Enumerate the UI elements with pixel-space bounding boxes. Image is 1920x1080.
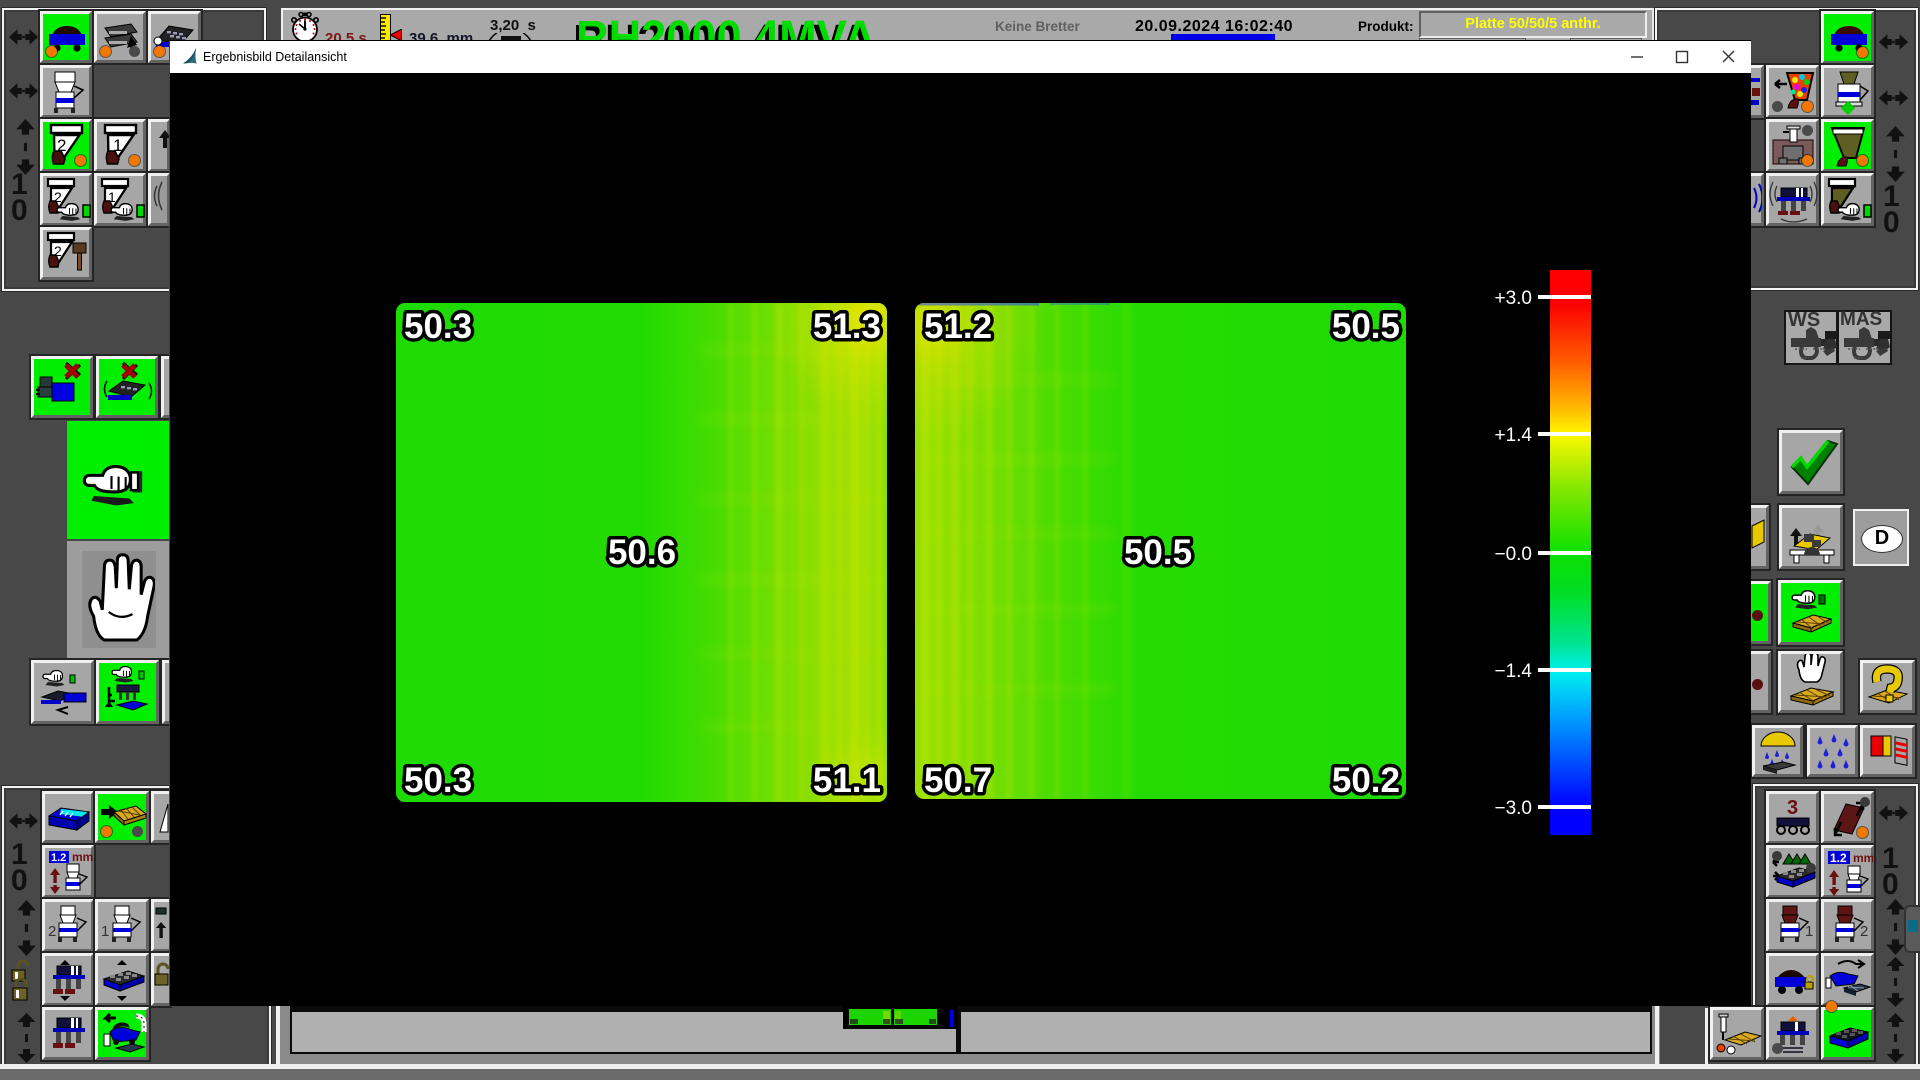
svg-text:50.3: 50.3 [404, 307, 472, 346]
svg-text:51.1: 51.1 [813, 761, 881, 800]
svg-text:1.2: 1.2 [1830, 851, 1847, 865]
svg-text:2: 2 [57, 136, 66, 155]
svg-text:2: 2 [1860, 923, 1868, 940]
svg-text:50.7: 50.7 [924, 761, 992, 800]
svg-text:1: 1 [108, 189, 116, 205]
svg-text:50.5: 50.5 [1124, 533, 1192, 572]
svg-text:50.6: 50.6 [608, 533, 676, 572]
svg-text:mm: mm [1853, 851, 1873, 865]
svg-text:mm: mm [72, 850, 93, 864]
svg-text:−1.4: −1.4 [1494, 661, 1532, 682]
svg-text:2: 2 [54, 189, 62, 205]
svg-text:1.2: 1.2 [51, 852, 66, 864]
svg-text:50.3: 50.3 [404, 761, 472, 800]
svg-text:50.2: 50.2 [1332, 761, 1400, 800]
svg-text:+1.4: +1.4 [1494, 425, 1532, 446]
svg-text:2: 2 [48, 923, 56, 940]
svg-text:51.2: 51.2 [924, 307, 992, 346]
svg-text:−3.0: −3.0 [1494, 798, 1532, 819]
svg-text:51.3: 51.3 [813, 307, 881, 346]
svg-text:1: 1 [113, 136, 122, 155]
svg-text:1: 1 [1805, 923, 1813, 940]
svg-text:2: 2 [54, 243, 62, 259]
svg-text:+3.0: +3.0 [1494, 288, 1532, 309]
svg-text:1: 1 [101, 923, 109, 940]
svg-text:−0.0: −0.0 [1494, 544, 1532, 565]
svg-text:50.5: 50.5 [1332, 307, 1400, 346]
svg-text:3: 3 [1787, 797, 1798, 819]
